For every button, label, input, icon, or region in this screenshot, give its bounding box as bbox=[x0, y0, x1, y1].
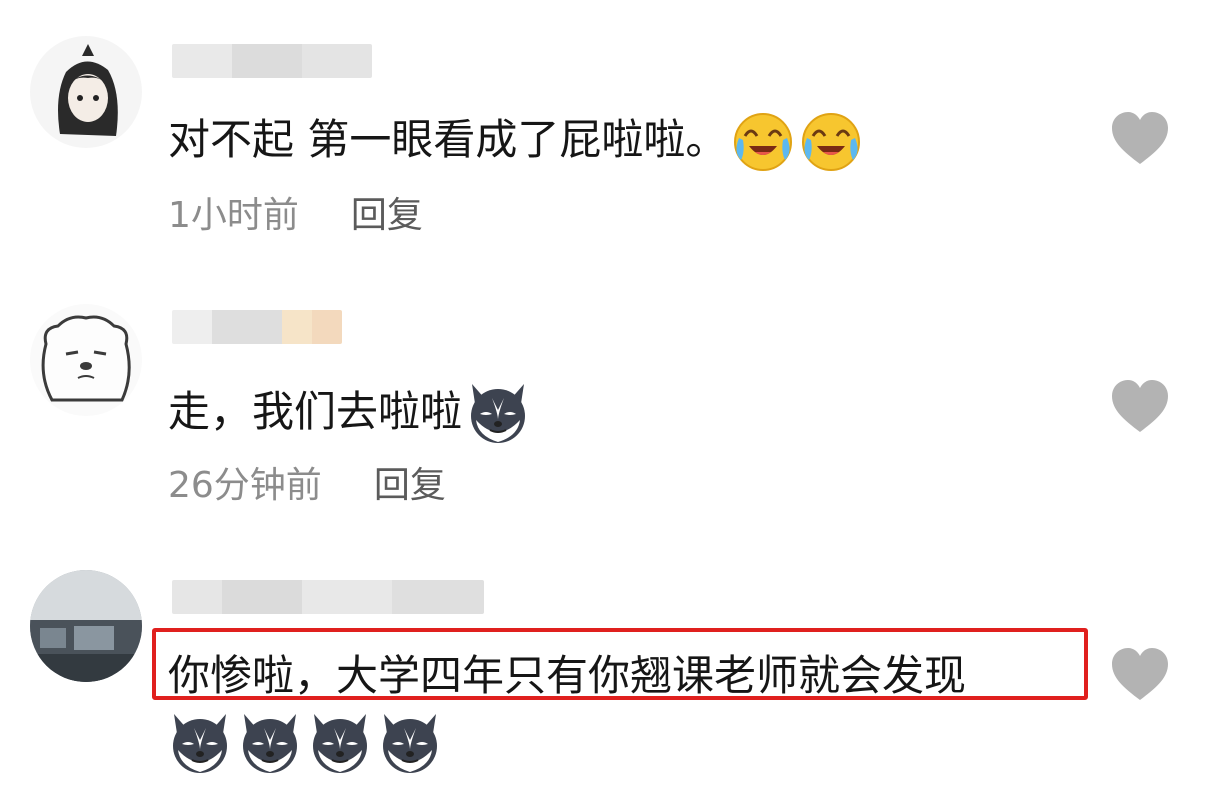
heart-like-icon[interactable] bbox=[1110, 378, 1170, 434]
reply-button[interactable]: 回复 bbox=[374, 465, 446, 506]
comment-text-content: 走，我们去啦啦 bbox=[168, 387, 463, 436]
comment-text: 走，我们去啦啦 bbox=[168, 380, 536, 444]
emoji-row bbox=[168, 710, 448, 774]
username-blurred[interactable] bbox=[172, 580, 484, 614]
comment-1: 对不起 第一眼看成了屁啦啦。 1小时前 回复 bbox=[0, 0, 1208, 270]
avatar[interactable] bbox=[30, 36, 142, 148]
comment-text-content: 对不起 第一眼看成了屁啦啦。 bbox=[168, 115, 728, 164]
comment-time: 1小时前 bbox=[168, 195, 299, 236]
comment-2: 走，我们去啦啦 26分钟前 回复 bbox=[0, 270, 1208, 540]
husky-emoji-icon bbox=[238, 710, 302, 774]
username-blurred[interactable] bbox=[172, 310, 342, 344]
husky-emoji-icon bbox=[466, 380, 530, 444]
heart-like-icon[interactable] bbox=[1110, 646, 1170, 702]
avatar[interactable] bbox=[30, 304, 142, 416]
username-blurred[interactable] bbox=[172, 44, 372, 78]
laugh-cry-emoji-icon bbox=[799, 108, 863, 172]
heart-like-icon[interactable] bbox=[1110, 110, 1170, 166]
comment-text: 对不起 第一眼看成了屁啦啦。 bbox=[168, 108, 863, 172]
reply-button[interactable]: 回复 bbox=[351, 195, 423, 236]
husky-emoji-icon bbox=[378, 710, 442, 774]
husky-emoji-icon bbox=[168, 710, 232, 774]
highlight-box bbox=[152, 628, 1088, 700]
avatar[interactable] bbox=[30, 570, 142, 682]
comment-time: 26分钟前 bbox=[168, 465, 322, 506]
comment-meta: 1小时前 回复 bbox=[168, 194, 423, 238]
comment-meta: 26分钟前 回复 bbox=[168, 464, 446, 508]
husky-emoji-icon bbox=[308, 710, 372, 774]
laugh-cry-emoji-icon bbox=[731, 108, 795, 172]
